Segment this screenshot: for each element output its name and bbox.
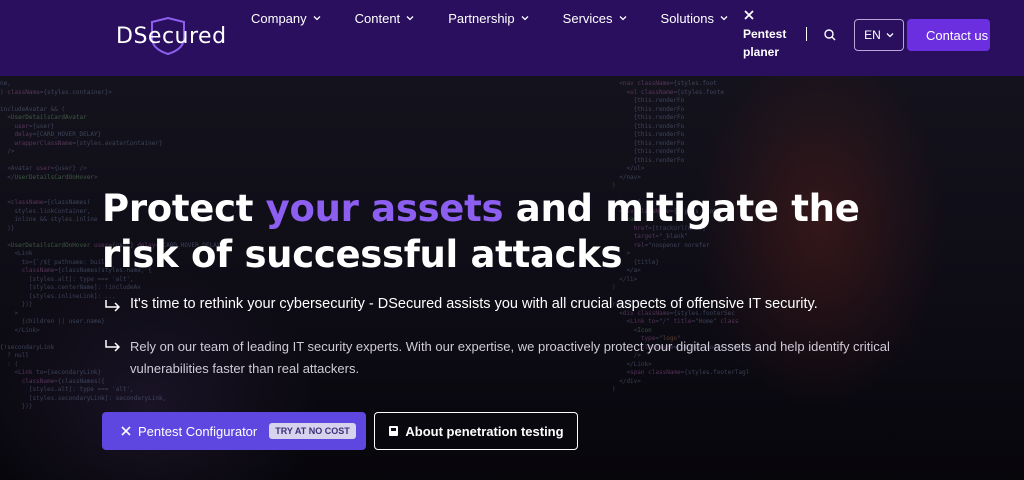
chevron-down-icon	[886, 33, 894, 38]
pentest-planer-label: Pentest planer	[743, 27, 787, 59]
tools-icon	[121, 426, 131, 436]
search-icon[interactable]	[823, 28, 837, 42]
chevron-down-icon	[619, 16, 626, 21]
hero-point-1-text: It's time to rethink your cybersecurity …	[130, 296, 818, 312]
pentest-configurator-button[interactable]: Pentest Configurator TRY AT NO COST	[102, 412, 366, 450]
headline-text: Protect	[102, 187, 266, 230]
menu-item-solutions[interactable]: Solutions	[661, 9, 728, 27]
menu-item-label: Services	[562, 10, 613, 26]
chevron-down-icon	[720, 16, 728, 21]
top-navbar: DSecured Company Content Partnership Ser…	[0, 0, 1024, 76]
contact-us-button[interactable]: Contact us	[907, 19, 990, 51]
menu-item-label: Solutions	[660, 10, 715, 26]
tools-icon	[744, 10, 754, 20]
menu-item-services[interactable]: Services	[563, 9, 627, 27]
headline-accent: your assets	[265, 187, 504, 230]
arrow-right-icon	[105, 340, 121, 352]
menu-item-label: Company	[251, 10, 307, 26]
menu-item-company[interactable]: Company	[251, 9, 321, 27]
hero-point-1: It's time to rethink your cybersecurity …	[104, 296, 818, 312]
try-free-badge: TRY AT NO COST	[269, 423, 356, 439]
nav-divider	[806, 27, 807, 41]
pentest-configurator-label: Pentest Configurator	[138, 423, 258, 439]
chevron-down-icon	[521, 16, 529, 21]
hero-point-2: Rely on our team of leading IT security …	[104, 336, 904, 380]
hero-section: ne, ) className={styles.container}> incl…	[0, 76, 1024, 480]
chevron-down-icon	[406, 16, 414, 21]
hero-headline: Protect your assets and mitigate the ris…	[102, 186, 922, 278]
book-icon	[389, 426, 399, 436]
about-pentesting-label: About penetration testing	[405, 423, 564, 439]
logo-text: DSecured	[116, 23, 227, 49]
language-selector[interactable]: EN	[854, 19, 904, 51]
chevron-down-icon	[313, 16, 321, 21]
main-menu: Company Content Partnership Services Sol…	[251, 9, 762, 27]
pentest-planer-link[interactable]: Pentest planer	[743, 9, 803, 61]
hero-point-2-text: Rely on our team of leading IT security …	[130, 339, 890, 376]
menu-item-content[interactable]: Content	[355, 9, 415, 27]
language-label: EN	[864, 28, 881, 42]
dsecured-logo[interactable]: DSecured	[116, 14, 226, 58]
menu-item-label: Content	[354, 10, 401, 26]
contact-label: Contact us	[926, 28, 989, 43]
menu-item-label: Partnership	[448, 10, 515, 26]
arrow-right-icon	[105, 300, 121, 312]
menu-item-partnership[interactable]: Partnership	[448, 9, 529, 27]
about-pentesting-button[interactable]: About penetration testing	[374, 412, 578, 450]
